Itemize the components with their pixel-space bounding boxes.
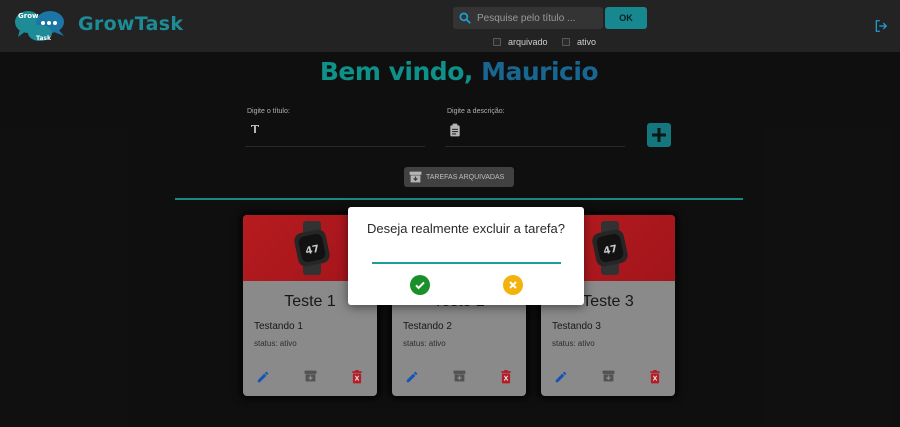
dialog-message: Deseja realmente excluir a tarefa?	[367, 221, 565, 236]
check-icon	[415, 281, 425, 290]
brand-name: GrowTask	[78, 13, 184, 35]
search-box[interactable]	[453, 7, 603, 29]
search-input[interactable]	[477, 10, 599, 26]
search-ok-button[interactable]: OK	[605, 7, 647, 29]
filter-active-label: ativo	[577, 37, 597, 47]
logo-text-task: Task	[36, 35, 52, 42]
filter-archived-label: arquivado	[508, 37, 548, 47]
delete-confirm-dialog: Deseja realmente excluir a tarefa?	[348, 207, 584, 305]
logo-text-grow: Grow	[18, 12, 39, 20]
dialog-divider	[372, 262, 561, 264]
filter-archived[interactable]: arquivado	[493, 37, 548, 47]
confirm-delete-button[interactable]	[410, 275, 430, 295]
search-icon	[459, 12, 471, 24]
close-icon	[509, 281, 517, 289]
active-checkbox[interactable]	[562, 38, 570, 46]
filter-active[interactable]: ativo	[562, 37, 596, 47]
cancel-delete-button[interactable]	[503, 275, 523, 295]
top-header: Grow Task GrowTask OK arquivado ativo	[0, 0, 900, 52]
archived-checkbox[interactable]	[493, 38, 501, 46]
growtask-logo: Grow Task	[15, 11, 64, 42]
logout-icon[interactable]	[874, 19, 888, 33]
